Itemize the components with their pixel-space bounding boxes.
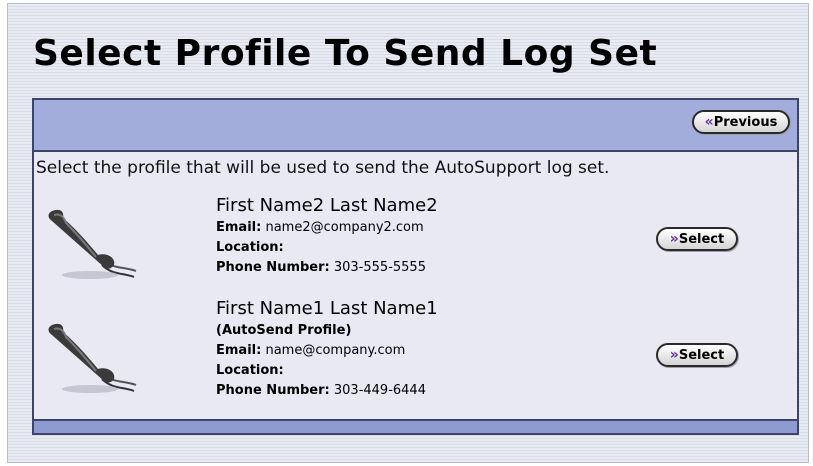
phone-label: Phone Number:	[216, 260, 330, 275]
email-label: Email:	[216, 220, 262, 235]
instruction-text: Select the profile that will be used to …	[36, 158, 610, 178]
phone-label: Phone Number:	[216, 383, 330, 398]
profile-name: First Name2 Last Name2	[216, 195, 438, 216]
double-chevron-right-icon: »	[669, 231, 679, 247]
double-chevron-right-icon: »	[669, 347, 679, 363]
autosend-profile-note: (AutoSend Profile)	[216, 323, 352, 338]
email-label: Email:	[216, 343, 262, 358]
email-value: name@company.com	[265, 343, 406, 358]
email-line: Email: name@company.com	[216, 343, 405, 358]
phone-handset-icon	[48, 209, 137, 279]
profile-panel: « Previous Select the profile that will …	[32, 98, 799, 435]
select-button-label: Select	[678, 231, 725, 247]
select-button-label: Select	[678, 347, 725, 363]
select-button[interactable]: » Select	[656, 227, 738, 251]
previous-button[interactable]: « Previous	[692, 110, 790, 134]
phone-value: 303-555-5555	[333, 260, 426, 275]
double-chevron-left-icon: «	[704, 114, 714, 130]
phone-handset-icon	[48, 323, 137, 393]
email-value: name2@company2.com	[265, 220, 424, 235]
panel-footer	[34, 419, 797, 433]
previous-button-label: Previous	[713, 114, 778, 130]
location-line: Location:	[216, 240, 284, 255]
phone-value: 303-449-6444	[333, 383, 426, 398]
profile-item: First Name2 Last Name2 Email: name2@comp…	[34, 195, 797, 295]
page-title: Select Profile To Send Log Set	[33, 33, 658, 74]
location-line: Location:	[216, 363, 284, 378]
phone-line: Phone Number: 303-449-6444	[216, 383, 426, 398]
panel-header: « Previous	[34, 100, 797, 152]
phone-line: Phone Number: 303-555-5555	[216, 260, 426, 275]
location-label: Location:	[216, 240, 284, 255]
location-label: Location:	[216, 363, 284, 378]
email-line: Email: name2@company2.com	[216, 220, 424, 235]
select-button[interactable]: » Select	[656, 343, 738, 367]
profile-name: First Name1 Last Name1	[216, 298, 438, 319]
profile-note: (AutoSend Profile)	[216, 323, 351, 338]
profile-item: First Name1 Last Name1 (AutoSend Profile…	[34, 298, 797, 398]
